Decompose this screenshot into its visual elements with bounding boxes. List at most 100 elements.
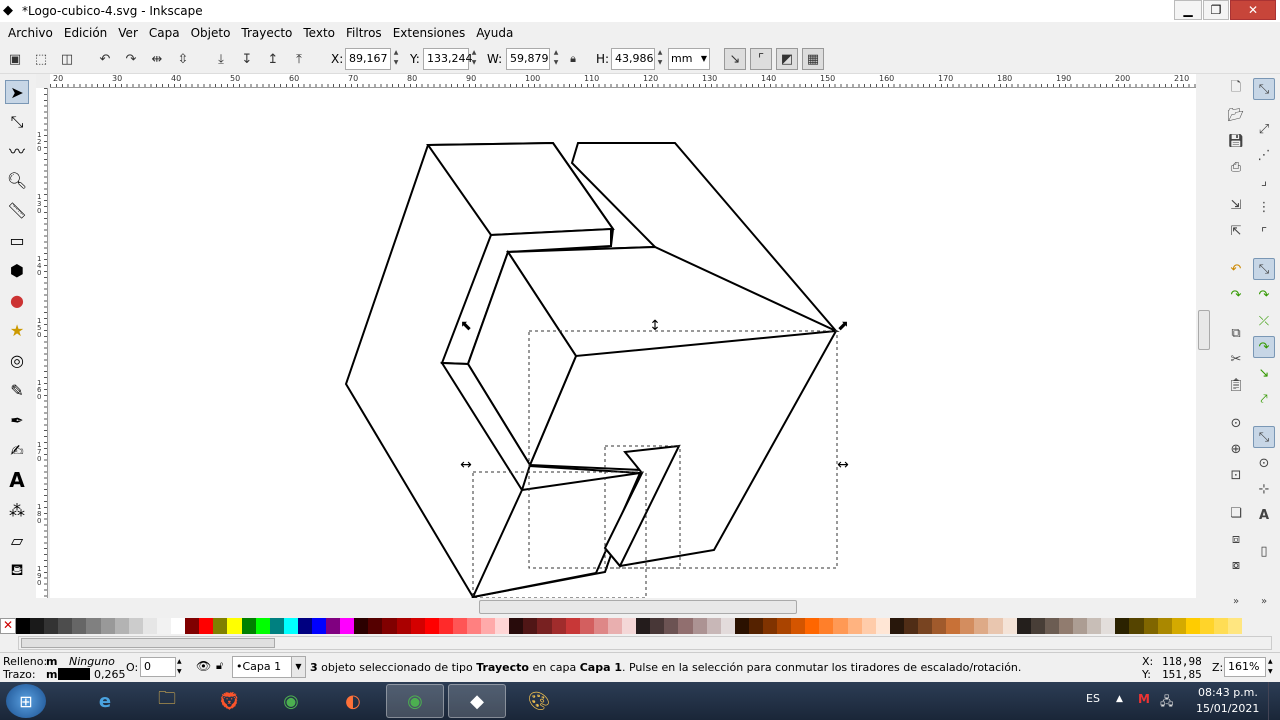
zoom-spin-arrows[interactable]: ▲ ▼ <box>1268 657 1273 677</box>
drawing-canvas[interactable]: ⬉ ↕ ⬈ ↔ ↔ <box>50 88 1196 598</box>
open-file-icon[interactable]: 📂︎ <box>1225 104 1247 126</box>
deselect-icon[interactable]: ◫ <box>56 48 78 70</box>
rotate-ccw-icon[interactable]: ↶ <box>94 48 116 70</box>
palette-swatch[interactable] <box>30 618 45 634</box>
cut-icon[interactable]: ✂ <box>1225 348 1247 370</box>
palette-swatch[interactable] <box>100 618 115 634</box>
palette-swatch[interactable] <box>946 618 961 634</box>
rotate-cw-icon[interactable]: ↷ <box>120 48 142 70</box>
zoom-page-icon[interactable]: ⊡ <box>1225 464 1247 486</box>
palette-swatch[interactable] <box>424 618 439 634</box>
duplicate-icon[interactable]: ❏ <box>1225 502 1247 524</box>
snap-object-center-icon[interactable]: ⊙ <box>1253 452 1275 474</box>
snap-midpoints-icon[interactable]: ⤤ <box>1253 388 1275 410</box>
palette-swatch[interactable] <box>1228 618 1243 634</box>
palette-swatch[interactable] <box>1073 618 1088 634</box>
opacity-input[interactable]: 0 <box>140 657 176 677</box>
palette-swatch[interactable] <box>903 618 918 634</box>
zoom-selection-icon[interactable]: ⊙ <box>1225 412 1247 434</box>
x-input[interactable]: 89,167 <box>345 48 391 70</box>
palette-swatch[interactable] <box>396 618 411 634</box>
palette-swatch[interactable] <box>142 618 157 634</box>
palette-swatch[interactable] <box>762 618 778 634</box>
file-explorer-icon[interactable]: 🗀︎ <box>138 684 196 718</box>
chrome-icon[interactable]: ◉ <box>262 684 320 718</box>
lock-icon[interactable]: 🔒︎ <box>565 48 581 70</box>
palette-swatch[interactable] <box>650 618 665 634</box>
lower-icon[interactable]: ↧ <box>236 48 258 70</box>
internet-explorer-icon[interactable]: e <box>76 684 134 718</box>
more-commands-icon[interactable]: » <box>1225 590 1247 612</box>
palette-swatch[interactable] <box>960 618 975 634</box>
palette-swatch[interactable] <box>16 618 31 634</box>
menu-archivo[interactable]: Archivo <box>4 26 57 40</box>
save-icon[interactable]: 💾︎ <box>1225 130 1247 152</box>
select-all-icon[interactable]: ▣ <box>4 48 26 70</box>
calligraphy-tool-icon[interactable]: ✍ <box>5 438 29 462</box>
more-snap-icon[interactable]: » <box>1253 590 1275 612</box>
palette-swatch[interactable] <box>241 618 256 634</box>
palette-swatch[interactable] <box>1185 618 1200 634</box>
y-input[interactable]: 133,244 <box>423 48 473 70</box>
palette-swatch[interactable] <box>664 618 679 634</box>
clock-date[interactable]: 15/01/2021 <box>1196 702 1259 715</box>
palette-swatch[interactable] <box>1115 618 1130 634</box>
snap-nodes-icon[interactable]: ⤡ <box>1253 258 1275 280</box>
palette-swatch[interactable] <box>678 618 693 634</box>
palette-swatch[interactable] <box>297 618 312 634</box>
tweak-tool-icon[interactable]: 〰 <box>5 138 29 162</box>
antivirus-tray-icon[interactable]: M <box>1138 692 1150 706</box>
snap-paths-icon[interactable]: ↷ <box>1253 284 1275 306</box>
raise-icon[interactable]: ↥ <box>262 48 284 70</box>
snap-page-border-icon[interactable]: ▯ <box>1253 540 1275 562</box>
palette-swatch[interactable] <box>44 618 59 634</box>
palette-swatch[interactable] <box>467 618 482 634</box>
palette-swatch[interactable] <box>382 618 397 634</box>
palette-swatch[interactable] <box>255 618 270 634</box>
palette-swatch[interactable] <box>805 618 820 634</box>
w-spin-arrows[interactable]: ▲ ▼ <box>551 48 561 70</box>
flip-horizontal-icon[interactable]: ⇹ <box>146 48 168 70</box>
palette-swatch[interactable] <box>311 618 327 634</box>
palette-swatch[interactable] <box>72 618 87 634</box>
flip-vertical-icon[interactable]: ⇳ <box>172 48 194 70</box>
palette-scrollbar[interactable] <box>18 636 1272 650</box>
rectangle-tool-icon[interactable]: ▭ <box>5 228 29 252</box>
unlink-clone-icon[interactable]: ⧇ <box>1225 554 1247 576</box>
menu-objeto[interactable]: Objeto <box>187 26 235 40</box>
palette-scroll-thumb[interactable] <box>21 638 275 648</box>
snap-others-icon[interactable]: ⤡ <box>1253 426 1275 448</box>
palette-swatch[interactable] <box>1016 618 1031 634</box>
palette-swatch[interactable] <box>1129 618 1144 634</box>
ellipse-tool-icon[interactable]: ● <box>5 288 29 312</box>
palette-swatch[interactable] <box>748 618 763 634</box>
spray-tool-icon[interactable]: ⁂ <box>5 498 29 522</box>
opacity-spin-arrows[interactable]: ▲ ▼ <box>177 657 182 677</box>
palette-swatch[interactable] <box>326 618 341 634</box>
export-icon[interactable]: ⇱ <box>1225 220 1247 242</box>
snap-intersections-icon[interactable]: ⤫ <box>1253 310 1275 332</box>
network-tray-icon[interactable]: 🖧︎ <box>1160 692 1173 713</box>
paint-icon[interactable]: 🎨︎ <box>510 684 568 718</box>
zoom-input[interactable]: 161% <box>1224 657 1266 677</box>
stroke-swatch[interactable] <box>58 668 90 680</box>
palette-swatch[interactable] <box>156 618 172 634</box>
palette-swatch[interactable] <box>1044 618 1059 634</box>
node-tool-icon[interactable]: ⤡ <box>5 110 29 134</box>
inkscape-taskbar-icon[interactable]: ◆ <box>448 684 506 718</box>
palette-swatch[interactable] <box>1030 618 1045 634</box>
palette-swatch[interactable] <box>283 618 298 634</box>
select-all-layers-icon[interactable]: ⬚ <box>30 48 52 70</box>
scale-stroke-icon[interactable]: ↘ <box>724 48 746 70</box>
minimize-button[interactable]: ▁ <box>1174 0 1202 20</box>
visibility-eye-icon[interactable]: 👁︎ <box>196 659 211 673</box>
measure-tool-icon[interactable]: 📏︎ <box>5 198 29 222</box>
selector-tool-icon[interactable]: ➤ <box>5 80 29 104</box>
palette-swatch[interactable] <box>1002 618 1017 634</box>
language-indicator[interactable]: ES <box>1086 692 1100 705</box>
palette-swatch[interactable] <box>185 618 200 634</box>
palette-swatch[interactable] <box>593 618 608 634</box>
snap-bbox-center-icon[interactable]: ⌜ <box>1253 222 1275 244</box>
palette-swatch[interactable] <box>114 618 129 634</box>
menu-edicion[interactable]: Edición <box>60 26 111 40</box>
